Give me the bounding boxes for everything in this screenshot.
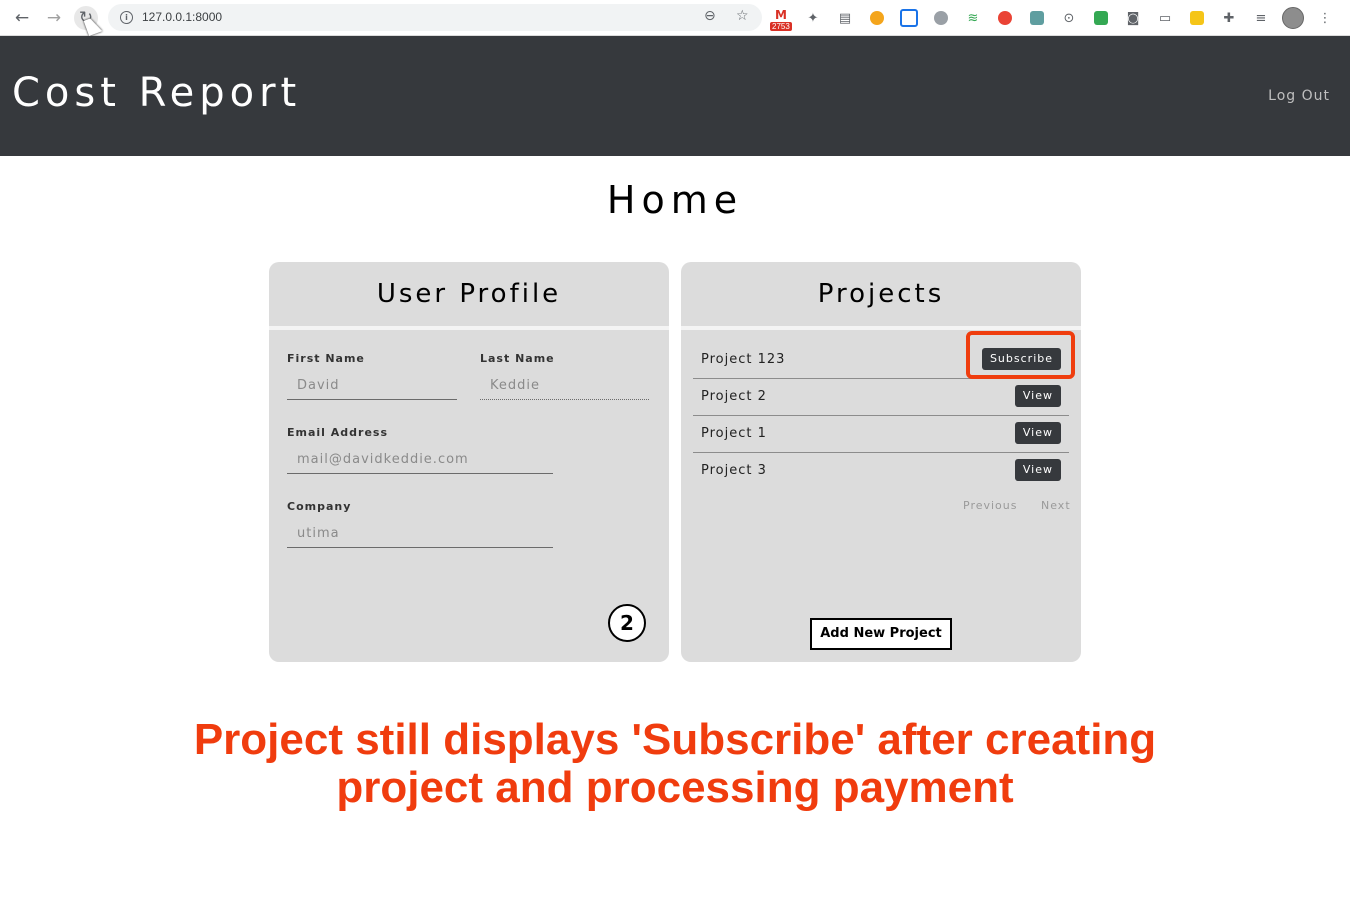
address-bar[interactable]: i 127.0.0.1:8000 ⊖ ☆ (108, 4, 762, 31)
image-tool-icon[interactable] (1026, 7, 1048, 29)
company-label: Company (287, 500, 352, 513)
back-icon[interactable]: ← (10, 6, 34, 30)
project-name[interactable]: Project 3 (701, 463, 767, 478)
project-name[interactable]: Project 123 (701, 352, 785, 367)
extensions-bar: M 2753 ✦ ▤ ≋ ⊙ ◙ ▭ ✚ ≡ ⋮ (770, 6, 1336, 31)
projects-card: Projects Project 123 Subscribe Project 2… (681, 262, 1081, 662)
view-button[interactable]: View (1014, 459, 1061, 481)
email-field[interactable]: mail@davidkeddie.com (287, 448, 553, 474)
last-name-label: Last Name (480, 352, 555, 365)
tab-manager-icon[interactable]: ▭ (1154, 7, 1176, 29)
view-button[interactable]: View (1014, 422, 1061, 444)
gmail-badge: 2753 (770, 22, 792, 31)
reader-icon[interactable]: ▤ (834, 7, 856, 29)
search-extension-icon[interactable] (930, 7, 952, 29)
camera-icon[interactable]: ◙ (1122, 7, 1144, 29)
user-profile-card: User Profile First Name David Last Name … (269, 262, 669, 662)
annotation-highlight-box (966, 331, 1075, 379)
avatar[interactable] (1282, 7, 1304, 29)
annotation-line-1: Project still displays 'Subscribe' after… (193, 715, 1157, 764)
user-profile-heading: User Profile (269, 262, 669, 330)
add-new-project-button[interactable]: Add New Project (810, 618, 952, 650)
previous-page-link[interactable]: Previous (963, 499, 1018, 512)
next-page-link[interactable]: Next (1041, 499, 1071, 512)
forward-icon[interactable]: → (42, 6, 66, 30)
grammarly-icon[interactable] (866, 7, 888, 29)
project-row: Project 1 View (693, 417, 1069, 453)
annotation-line-2: project and processing payment (336, 763, 1014, 812)
logout-link[interactable]: Log Out (1268, 88, 1330, 104)
page-title: Home (606, 178, 744, 222)
email-label: Email Address (287, 426, 389, 439)
gmail-icon[interactable]: M 2753 (770, 7, 792, 31)
menu-kebab-icon[interactable]: ⋮ (1314, 7, 1336, 29)
project-row: Project 2 View (693, 380, 1069, 416)
first-name-field[interactable]: David (287, 374, 457, 400)
browser-toolbar: ← → ↻ i 127.0.0.1:8000 ⊖ ☆ M 2753 ✦ ▤ ≋ … (0, 0, 1350, 36)
brand-title[interactable]: Cost Report (12, 70, 301, 116)
company-field[interactable]: utima (287, 522, 553, 548)
dropbox-icon[interactable]: ✦ (802, 7, 824, 29)
info-icon[interactable]: i (120, 11, 133, 24)
notes-icon[interactable] (1186, 7, 1208, 29)
last-name-field[interactable]: Keddie (480, 374, 649, 400)
projects-heading: Projects (681, 262, 1081, 330)
project-name[interactable]: Project 2 (701, 389, 767, 404)
annotation-caption: Project still displays 'Subscribe' after… (0, 716, 1350, 812)
first-name-label: First Name (287, 352, 365, 365)
color-picker-icon[interactable] (994, 7, 1016, 29)
chat-widget-icon[interactable]: 2 (608, 604, 646, 642)
url-text: 127.0.0.1:8000 (142, 10, 223, 24)
screen-capture-icon[interactable] (898, 7, 920, 29)
checklist-icon[interactable]: ≋ (962, 7, 984, 29)
project-row: Project 3 View (693, 454, 1069, 490)
star-icon[interactable]: ☆ (736, 8, 749, 24)
extensions-puzzle-icon[interactable]: ✚ (1218, 7, 1240, 29)
zoom-icon[interactable]: ⊖ (704, 8, 716, 24)
bracket-icon[interactable]: ⊙ (1058, 7, 1080, 29)
view-button[interactable]: View (1014, 385, 1061, 407)
reading-list-icon[interactable]: ≡ (1250, 7, 1272, 29)
puzzle-green-icon[interactable] (1090, 7, 1112, 29)
project-name[interactable]: Project 1 (701, 426, 767, 441)
app-header: Cost Report Log Out (0, 36, 1350, 156)
